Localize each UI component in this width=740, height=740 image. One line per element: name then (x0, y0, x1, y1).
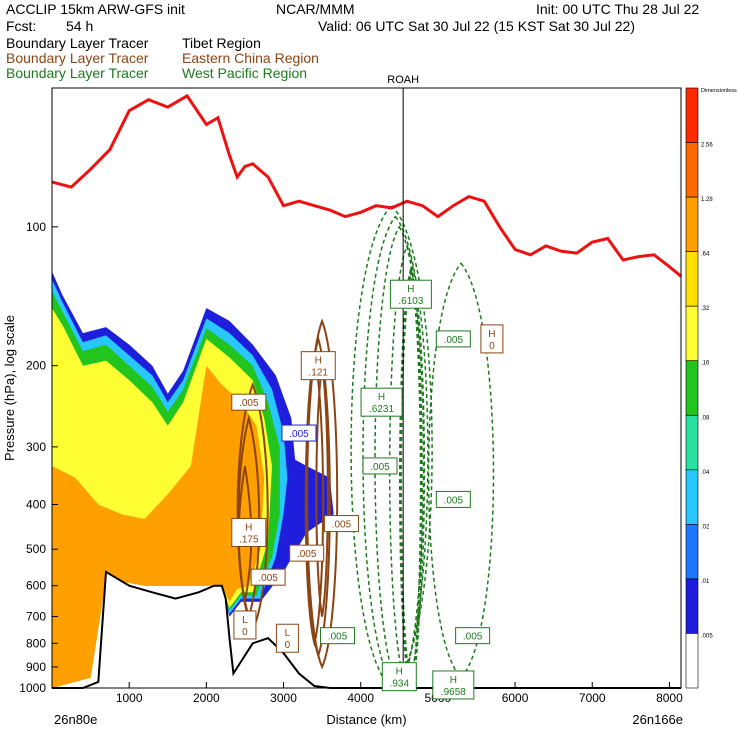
colorbar: Dimensionless 2.56 1.28 .64 .32 .16 .08 .04 .02.… (685, 87, 737, 689)
contour-value-13: 0 (242, 627, 248, 638)
x-tick-label-6000: 6000 (502, 691, 529, 705)
contour-value-1: .005 (444, 335, 464, 346)
y-tick-label-500: 500 (26, 542, 46, 556)
colorbar-level-0: Dimensionless (701, 88, 737, 94)
roah-marker-label: ROAH (387, 74, 419, 86)
contour-value-15: .005 (328, 632, 348, 643)
y-tick-label-700: 700 (26, 610, 46, 624)
y-tick-label-300: 300 (26, 440, 46, 454)
colorbar-level-7: .04 (701, 470, 710, 476)
contour-extremum-2: H (488, 329, 495, 340)
contour-value-5: .005 (239, 398, 259, 409)
colorbar-swatch-10 (685, 633, 699, 689)
y-axis-label: Pressure (hPa), log scale (2, 315, 17, 461)
contour-value-14: 0 (285, 640, 291, 651)
y-tick-label-600: 600 (26, 579, 46, 593)
x-tick-label-4000: 4000 (347, 691, 374, 705)
contour-value-2: 0 (489, 341, 495, 352)
colorbar-level-10: .005 (701, 633, 713, 639)
colorbar-swatch-7 (685, 469, 699, 525)
contour-value-11: .005 (297, 549, 317, 560)
contour-value-8: .005 (444, 495, 464, 506)
contour-extremum-18: H (450, 675, 457, 686)
colorbar-level-5: .16 (701, 361, 710, 367)
contour-value-18: .9658 (441, 687, 466, 698)
x-axis-label: Distance (km) (326, 712, 406, 727)
tropopause-line (51, 93, 682, 278)
cross-section-chart: ROAH 10002000300040005000600070008000100… (2, 74, 737, 727)
colorbar-swatch-0 (685, 87, 699, 143)
y-tick-label-900: 900 (26, 660, 46, 674)
end-location-label: 26n166e (632, 712, 683, 727)
colorbar-swatch-9 (685, 578, 699, 634)
colorbar-level-8: .02 (701, 524, 710, 530)
x-tick-label-3000: 3000 (270, 691, 297, 705)
y-tick-label-400: 400 (26, 497, 46, 511)
contour-value-7: .005 (370, 462, 390, 473)
contour-extremum-4: H (378, 392, 385, 403)
contour-extremum-10: H (245, 522, 252, 533)
contour-value-12: .005 (258, 573, 278, 584)
contour-value-9: .005 (332, 520, 352, 531)
contour-value-16: .005 (463, 632, 483, 643)
x-tick-label-1000: 1000 (116, 691, 143, 705)
contour-extremum-13: L (242, 615, 248, 626)
x-tick-label-2000: 2000 (193, 691, 220, 705)
contour-extremum-14: L (285, 628, 291, 639)
colorbar-swatch-2 (685, 196, 699, 252)
contour-extremum-0: H (407, 284, 414, 295)
colorbar-swatch-8 (685, 524, 699, 580)
colorbar-level-6: .08 (701, 415, 710, 421)
y-tick-label-100: 100 (26, 220, 46, 234)
colorbar-level-2: 1.28 (701, 197, 713, 203)
contour-value-4: .6231 (369, 404, 394, 415)
y-tick-label-200: 200 (26, 359, 46, 373)
colorbar-level-3: .64 (701, 252, 710, 258)
y-tick-label-800: 800 (26, 636, 46, 650)
contour-value-3: .121 (309, 368, 329, 379)
colorbar-swatch-5 (685, 360, 699, 416)
x-tick-label-8000: 8000 (656, 691, 683, 705)
colorbar-swatch-1 (685, 142, 699, 198)
colorbar-swatch-4 (685, 305, 699, 362)
contour-value-6: .005 (289, 429, 309, 440)
colorbar-level-9: .01 (701, 579, 710, 585)
contour-value-10: .175 (239, 534, 259, 545)
x-tick-label-7000: 7000 (579, 691, 606, 705)
contour-extremum-3: H (315, 356, 322, 367)
contour-value-17: .934 (390, 679, 410, 690)
y-tick-label-1000: 1000 (19, 681, 46, 695)
contour-value-0: .6103 (398, 296, 423, 307)
contour-extremum-17: H (396, 667, 403, 678)
colorbar-swatch-3 (685, 251, 699, 307)
colorbar-swatch-6 (685, 414, 699, 471)
terrain-fill (52, 571, 681, 688)
start-location-label: 26n80e (54, 712, 97, 727)
colorbar-level-1: 2.56 (701, 143, 713, 149)
colorbar-level-4: .32 (701, 306, 710, 312)
